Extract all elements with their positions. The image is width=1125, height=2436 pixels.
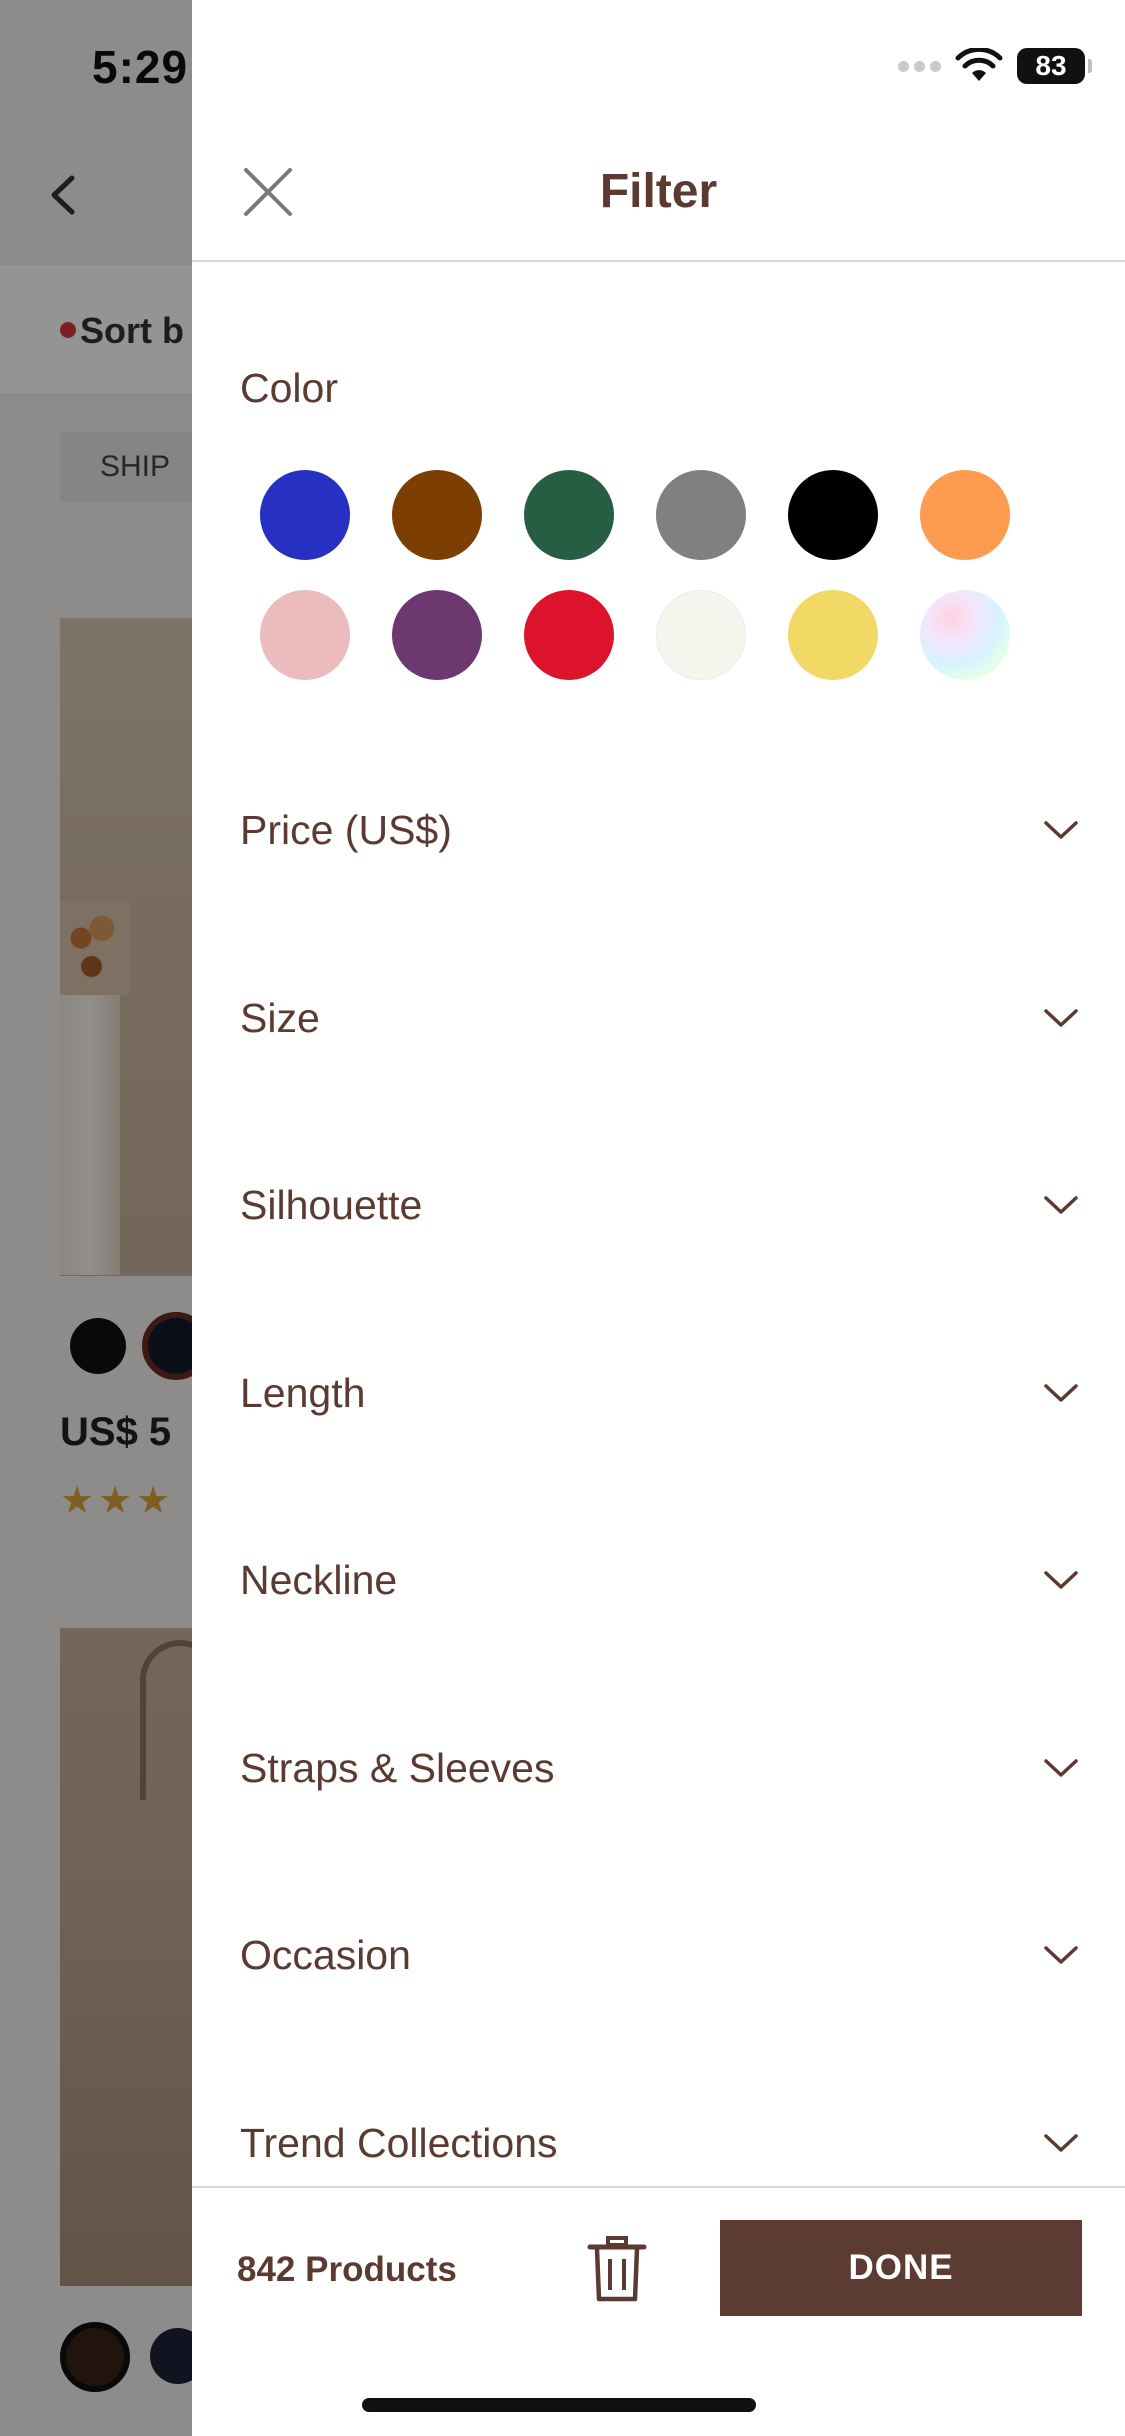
color-swatch-grid — [260, 470, 1060, 680]
filter-facet-label: Trend Collections — [240, 2119, 558, 2166]
chevron-down-icon[interactable] — [1043, 1569, 1079, 1591]
filter-facet-row[interactable]: Straps & Sleeves — [192, 1713, 1125, 1823]
chevron-down-icon[interactable] — [1043, 2132, 1079, 2154]
color-swatch-ivory[interactable] — [656, 590, 746, 680]
chevron-down-icon[interactable] — [1043, 1757, 1079, 1779]
filter-facet-row[interactable]: Price (US$) — [192, 775, 1125, 885]
page-title: Filter — [599, 165, 718, 218]
chevron-down-icon[interactable] — [1043, 819, 1079, 841]
filter-facet-row[interactable]: Neckline — [192, 1525, 1125, 1635]
color-swatch-brown[interactable] — [392, 470, 482, 560]
chevron-down-icon[interactable] — [1043, 1007, 1079, 1029]
trash-icon[interactable] — [586, 2235, 648, 2303]
filter-facet-label: Silhouette — [240, 1181, 423, 1228]
status-indicators: 83 — [898, 48, 1092, 84]
wifi-icon — [955, 48, 1003, 81]
home-indicator — [362, 2398, 756, 2412]
filter-facet-row[interactable]: Occasion — [192, 1900, 1125, 2010]
color-swatch-grey[interactable] — [656, 470, 746, 560]
color-swatch-black[interactable] — [788, 470, 878, 560]
filter-facet-row[interactable]: Trend Collections — [192, 2088, 1125, 2198]
filter-facet-row[interactable]: Length — [192, 1338, 1125, 1448]
color-swatch-blue[interactable] — [260, 470, 350, 560]
filter-facet-label: Price (US$) — [240, 806, 452, 853]
color-swatch-purple[interactable] — [392, 590, 482, 680]
filter-facet-label: Size — [240, 994, 320, 1041]
filter-facet-label: Occasion — [240, 1931, 411, 1978]
filter-panel: 83 Filter Color Price (US$) Size Silhouett… — [192, 0, 1125, 2436]
filter-facet-label: Length — [240, 1369, 366, 1416]
color-swatch-pink[interactable] — [260, 590, 350, 680]
product-count: 842 Products — [237, 2250, 457, 2289]
filter-header: Filter — [192, 140, 1125, 262]
filter-facet-row[interactable]: Silhouette — [192, 1150, 1125, 1260]
color-swatch-green[interactable] — [524, 470, 614, 560]
chevron-down-icon[interactable] — [1043, 1194, 1079, 1216]
color-section-label: Color — [240, 365, 338, 411]
chevron-down-icon[interactable] — [1043, 1382, 1079, 1404]
chevron-down-icon[interactable] — [1043, 1944, 1079, 1966]
filter-facet-label: Straps & Sleeves — [240, 1744, 555, 1791]
color-swatch-multi[interactable] — [920, 590, 1010, 680]
filter-facet-label: Neckline — [240, 1556, 398, 1603]
filter-facet-row[interactable]: Size — [192, 963, 1125, 1073]
battery-icon: 83 — [1017, 48, 1092, 84]
color-swatch-orange[interactable] — [920, 470, 1010, 560]
color-swatch-red[interactable] — [524, 590, 614, 680]
color-swatch-yellow[interactable] — [788, 590, 878, 680]
cellular-signal-icon — [898, 60, 941, 72]
done-button[interactable]: DONE — [720, 2220, 1082, 2316]
